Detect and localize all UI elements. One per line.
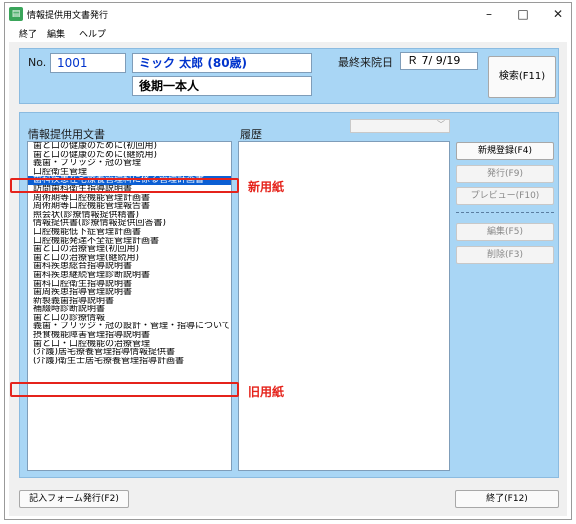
list-item[interactable]: 歯と口の治療管理(初回用) <box>28 245 231 254</box>
new-form-annotation: 新用紙 <box>248 180 285 194</box>
list-item[interactable]: 照会状(診療情報提供精書) <box>28 211 231 220</box>
list-item[interactable]: 補綴時診断説明書 <box>28 305 231 314</box>
list-item[interactable]: 歯と口の健康のために(初回用) <box>28 142 231 151</box>
patient-panel: No. 1001 ミック 太郎 (80歳) 後期一本人 最終来院日 Ｒ 7/ 9… <box>19 48 559 104</box>
title-bar[interactable]: ▤ 情報提供用文書発行 – □ ✕ <box>5 3 571 25</box>
list-item[interactable]: 歯と口の診療情報 <box>28 314 231 323</box>
edit-button[interactable]: 編集(F5) <box>456 223 554 241</box>
maximize-icon[interactable]: □ <box>506 5 540 23</box>
list-item[interactable]: 歯と口・口腔機能の治療管理 <box>28 340 231 349</box>
new-register-button[interactable]: 新規登録(F4) <box>456 142 554 160</box>
form-issue-button[interactable]: 記入フォーム発行(F2) <box>19 490 129 508</box>
history-dropdown[interactable]: ﹀ <box>350 119 450 133</box>
patient-name-field: ミック 太郎 (80歳) <box>132 53 312 73</box>
search-button[interactable]: 検索(F11) <box>488 56 556 98</box>
menu-exit[interactable]: 終了 <box>19 27 37 40</box>
history-label: 履歴 <box>240 128 262 141</box>
menu-bar: 終了 編集 ヘルプ <box>5 25 571 42</box>
list-item[interactable]: 口腔機能低下症管理計画書 <box>28 228 231 237</box>
menu-help[interactable]: ヘルプ <box>79 27 106 40</box>
list-item[interactable]: 義歯・ブリッジ・冠の設計・管理・指導について <box>28 322 231 331</box>
main-window: ▤ 情報提供用文書発行 – □ ✕ 終了 編集 ヘルプ No. 1001 ミック… <box>4 2 572 520</box>
list-item[interactable]: 摂食機能障害管理指導説明書 <box>28 331 231 340</box>
minimize-icon[interactable]: – <box>472 5 506 23</box>
list-item[interactable]: 義歯・ブリッジ・冠の管理 <box>28 159 231 168</box>
document-app-icon: ▤ <box>9 7 23 21</box>
last-visit-field: Ｒ 7/ 9/19 <box>400 52 478 70</box>
list-item[interactable]: 周術期等口腔機能管理報告書 <box>28 202 231 211</box>
issue-button[interactable]: 発行(F9) <box>456 165 554 183</box>
close-icon[interactable]: ✕ <box>541 5 575 23</box>
list-item[interactable]: 口腔機能発達不全症管理計画書 <box>28 237 231 246</box>
list-item[interactable]: 歯と口の治療管理(継続用) <box>28 254 231 263</box>
list-item[interactable]: (介護)衛生士居宅療養管理指導計画書 <box>28 357 231 366</box>
list-item[interactable]: (介護)居宅療養管理指導情報提供書 <box>28 348 231 357</box>
old-form-annotation: 旧用紙 <box>248 385 285 399</box>
patient-no-field[interactable]: 1001 <box>50 53 126 73</box>
menu-edit[interactable]: 編集 <box>47 27 65 40</box>
last-visit-label: 最終来院日 <box>338 56 393 69</box>
list-item[interactable]: 歯と口の健康のために(継続用) <box>28 151 231 160</box>
patient-no-label: No. <box>28 56 47 69</box>
button-separator <box>456 212 554 213</box>
delete-button[interactable]: 削除(F3) <box>456 246 554 264</box>
old-form-highlight <box>10 382 239 397</box>
client-area: No. 1001 ミック 太郎 (80歳) 後期一本人 最終来院日 Ｒ 7/ 9… <box>9 42 567 516</box>
document-panel: 情報提供用文書 履歴 ﹀ 歯と口の健康のために(初回用) 歯と口の健康のために(継… <box>19 112 559 478</box>
insurance-field: 後期一本人 <box>132 76 312 96</box>
chevron-down-icon: ﹀ <box>437 120 445 129</box>
new-form-highlight <box>10 178 239 193</box>
documents-label: 情報提供用文書 <box>28 128 105 141</box>
preview-button[interactable]: プレビュー(F10) <box>456 187 554 205</box>
list-item[interactable]: 情報提供書(診療情報提供回答書) <box>28 219 231 228</box>
list-item[interactable]: 口腔衛生管理 <box>28 168 231 177</box>
list-item[interactable]: 歯周疾患指導管理説明書 <box>28 288 231 297</box>
list-item[interactable]: 歯科疾患総合指導説明書 <box>28 262 231 271</box>
list-item[interactable]: 新製義歯指導説明書 <box>28 297 231 306</box>
window-title: 情報提供用文書発行 <box>27 11 109 21</box>
list-item[interactable]: 歯科疾患継続管理診断説明書 <box>28 271 231 280</box>
list-item[interactable]: 周術期等口腔機能管理計画書 <box>28 194 231 203</box>
exit-button[interactable]: 終了(F12) <box>455 490 559 508</box>
list-item[interactable]: 歯科口腔衛生指導説明書 <box>28 280 231 289</box>
